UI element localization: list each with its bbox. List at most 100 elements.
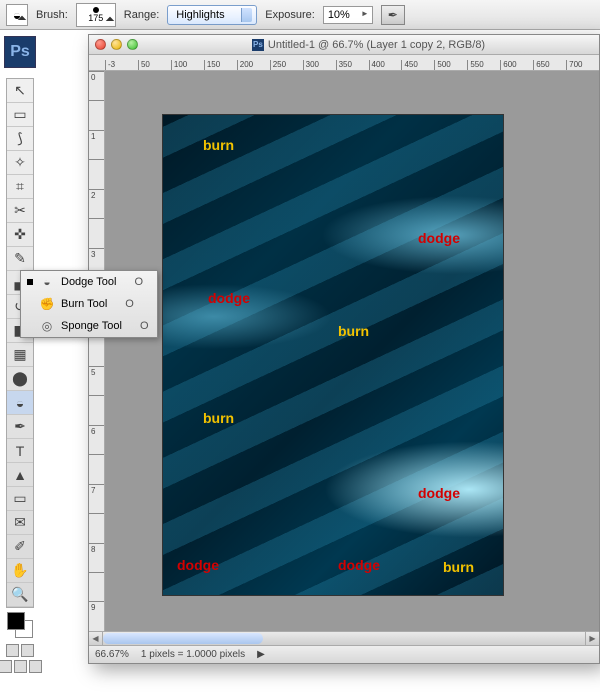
flyout-shortcut: O (140, 320, 149, 332)
flyout-shortcut: O (125, 298, 134, 310)
airbrush-toggle[interactable]: ✒ (381, 5, 405, 25)
edit-mode-standard[interactable] (6, 644, 19, 657)
close-window-button[interactable] (95, 39, 106, 50)
minimize-window-button[interactable] (111, 39, 122, 50)
flyout-item-label: Sponge Tool (61, 320, 122, 332)
magic-wand-tool[interactable]: ✧ (7, 151, 33, 175)
status-info: 1 pixels = 1.0000 pixels (141, 649, 245, 660)
ruler-tick: 550 (467, 60, 500, 70)
dodge-tool-item[interactable]: ◒Dodge ToolO (21, 271, 157, 293)
zoom-window-button[interactable] (127, 39, 138, 50)
exposure-input[interactable]: 10% (323, 6, 373, 24)
dodge-annotation: dodge (208, 290, 250, 306)
marquee-tool[interactable]: ▭ (7, 103, 33, 127)
shape-tool[interactable]: ▭ (7, 487, 33, 511)
ruler-tick: 400 (369, 60, 402, 70)
burn-annotation: burn (443, 559, 474, 575)
canvas[interactable]: burndodgedodgeburnburndodgedodgedodgebur… (163, 115, 503, 595)
ruler-tick (89, 395, 104, 424)
crop-tool[interactable]: ⌗ (7, 175, 33, 199)
lasso-tool[interactable]: ⟆ (7, 127, 33, 151)
ruler-tick: -3 (105, 60, 138, 70)
foreground-color-swatch[interactable] (7, 612, 25, 630)
color-swatches[interactable] (7, 612, 33, 638)
range-dropdown[interactable]: Highlights (167, 5, 257, 25)
ruler-tick: 2 (89, 189, 104, 218)
screen-mode-1[interactable] (0, 660, 12, 673)
pen-tool[interactable]: ✒ (7, 415, 33, 439)
active-indicator (27, 279, 33, 285)
horizontal-scrollbar[interactable]: ◀ ▶ (89, 631, 599, 645)
burn-tool-item[interactable]: ✊Burn ToolO (21, 293, 157, 315)
path-selection-tool[interactable]: ▲ (7, 463, 33, 487)
ruler-tick (89, 100, 104, 129)
brush-size-value: 175 (88, 14, 103, 23)
scroll-right-arrow[interactable]: ▶ (585, 632, 599, 645)
gradient-tool[interactable]: ▦ (7, 343, 33, 367)
dodge-tool[interactable]: ◒ (7, 391, 33, 415)
ruler-tick: 50 (138, 60, 171, 70)
window-titlebar[interactable]: Ps Untitled-1 @ 66.7% (Layer 1 copy 2, R… (89, 35, 599, 55)
healing-brush-tool[interactable]: ✜ (7, 223, 33, 247)
range-value: Highlights (176, 9, 224, 21)
eyedropper-tool[interactable]: ✐ (7, 535, 33, 559)
ruler-tick: 600 (500, 60, 533, 70)
blur-tool[interactable]: ⬤ (7, 367, 33, 391)
screen-mode-icons (6, 644, 34, 657)
range-label: Range: (124, 9, 159, 21)
app-column: Ps ↖▭⟆✧⌗✂✜✎▟↺◧▦⬤◒✒T▲▭✉✐✋🔍 (0, 30, 40, 698)
tool-preset-picker[interactable]: ◒ (6, 4, 28, 26)
ruler-tick (89, 572, 104, 601)
scroll-left-arrow[interactable]: ◀ (89, 632, 103, 645)
ruler-tick: 5 (89, 366, 104, 395)
ruler-tick: 9 (89, 601, 104, 630)
zoom-tool[interactable]: 🔍 (7, 583, 33, 607)
brush-tool[interactable]: ✎ (7, 247, 33, 271)
ruler-tick: 250 (270, 60, 303, 70)
dodge-annotation: dodge (418, 230, 460, 246)
dodge-annotation: dodge (338, 557, 380, 573)
ruler-tick: 450 (401, 60, 434, 70)
dodge-annotation: dodge (418, 485, 460, 501)
ruler-tick: 1 (89, 130, 104, 159)
screen-mode-2[interactable] (14, 660, 27, 673)
burn-annotation: burn (338, 323, 369, 339)
ruler-tick: 350 (336, 60, 369, 70)
horizontal-ruler[interactable]: -350100150200250300350400450500550600650… (89, 55, 599, 71)
status-menu-arrow[interactable]: ▶ (257, 649, 265, 660)
document-title: Ps Untitled-1 @ 66.7% (Layer 1 copy 2, R… (144, 39, 593, 51)
vertical-ruler[interactable]: 0123456789 (89, 71, 105, 631)
brush-preview-icon (93, 7, 99, 13)
notes-tool[interactable]: ✉ (7, 511, 33, 535)
ruler-tick: 6 (89, 425, 104, 454)
ruler-tick: 8 (89, 543, 104, 572)
ps-logo: Ps (4, 36, 36, 68)
tools-palette: ↖▭⟆✧⌗✂✜✎▟↺◧▦⬤◒✒T▲▭✉✐✋🔍 (6, 78, 34, 608)
move-tool[interactable]: ↖ (7, 79, 33, 103)
canvas-viewport[interactable]: burndodgedodgeburnburndodgedodgedodgebur… (105, 71, 599, 631)
scroll-thumb[interactable] (103, 633, 263, 644)
ruler-tick: 650 (533, 60, 566, 70)
window-controls (95, 39, 138, 50)
edit-mode-quickmask[interactable] (21, 644, 34, 657)
sponge-tool-item[interactable]: ◎Sponge ToolO (21, 315, 157, 337)
type-tool[interactable]: T (7, 439, 33, 463)
zoom-level[interactable]: 66.67% (95, 649, 129, 660)
flyout-shortcut: O (134, 276, 143, 288)
brush-picker[interactable]: 175 (76, 3, 116, 27)
slice-tool[interactable]: ✂ (7, 199, 33, 223)
ruler-tick (89, 454, 104, 483)
ruler-tick (89, 336, 104, 365)
ruler-tick: 300 (303, 60, 336, 70)
exposure-value: 10% (328, 9, 350, 21)
dodge-annotation: dodge (177, 557, 219, 573)
ruler-tick: 500 (434, 60, 467, 70)
flyout-item-label: Dodge Tool (61, 276, 116, 288)
dodge-icon: ◒ (13, 7, 21, 23)
ruler-tick: 200 (237, 60, 270, 70)
exposure-label: Exposure: (265, 9, 315, 21)
hand-tool[interactable]: ✋ (7, 559, 33, 583)
document-title-text: Untitled-1 @ 66.7% (Layer 1 copy 2, RGB/… (268, 39, 485, 51)
brush-label: Brush: (36, 9, 68, 21)
ruler-tick: 100 (171, 60, 204, 70)
